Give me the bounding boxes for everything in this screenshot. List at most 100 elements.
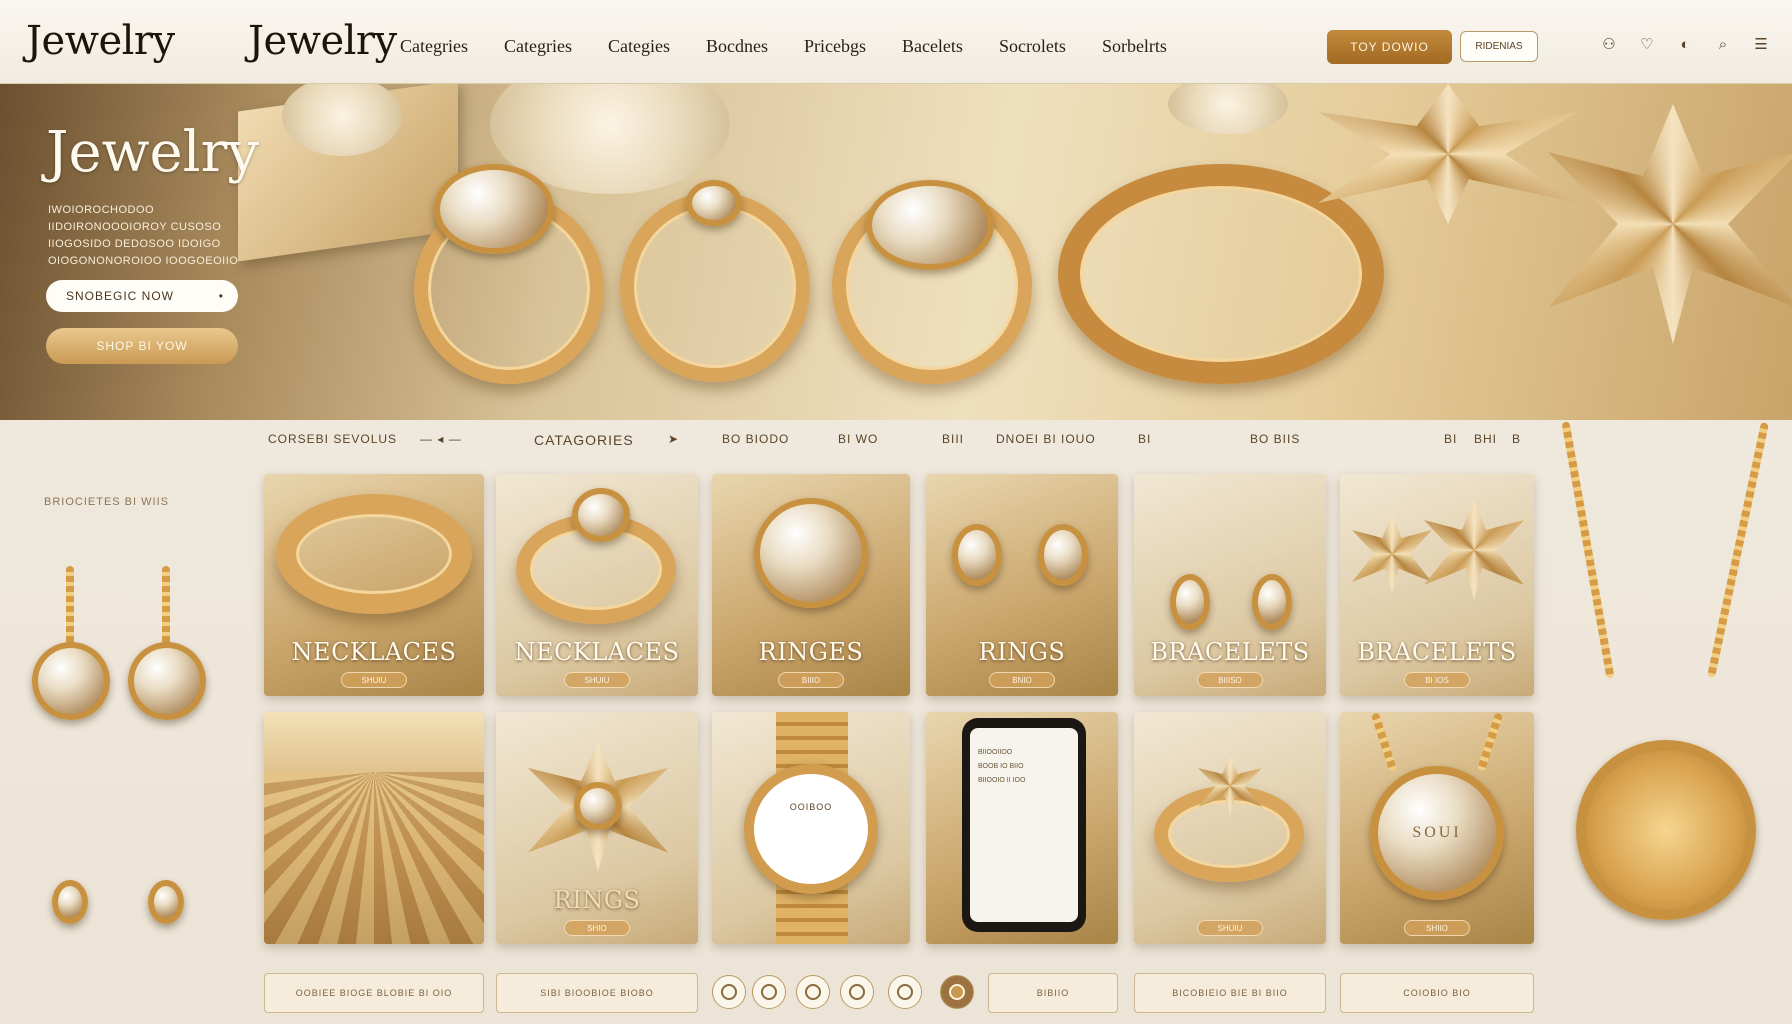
hero-shop-button-label: SNOBEGIC NOW [66, 289, 175, 303]
tile-label: NECKLACES [514, 638, 680, 666]
earring-drop-left [32, 642, 110, 720]
category-tile[interactable]: RINGS BNIO [926, 474, 1118, 696]
filter-item[interactable]: BO BIIS [1250, 432, 1300, 446]
category-tile[interactable]: RINGES BIIIO [712, 474, 910, 696]
phone-screen: BIIOOIIOO BOOB IO BIIO BIIOOIO II IOO [970, 728, 1078, 922]
bag-icon[interactable]: ◐ [1676, 36, 1694, 54]
site-logo[interactable]: Jewelry [26, 18, 175, 64]
category-tile[interactable] [264, 712, 484, 944]
filter-item[interactable]: BI WO [838, 432, 878, 446]
hero-secondary-button[interactable]: SHOP BI YOW [46, 328, 238, 364]
nav-item-categories-3[interactable]: Categies [608, 36, 670, 57]
bow-image-1 [1318, 84, 1578, 224]
footer-link[interactable]: SIBI BIOOBIOE BIOBO [496, 973, 698, 1013]
nav-item-categories[interactable]: Categries [400, 36, 468, 57]
footer-link[interactable]: BIBIIO [988, 973, 1118, 1013]
shop-now-button[interactable]: TOY DOWIO [1327, 30, 1452, 64]
hero-banner: Jewelry IWOIOROCHODOO IIDOIRONOOOIOROY C… [0, 84, 1792, 420]
user-icon[interactable]: ⚇ [1600, 36, 1618, 54]
earring-bead-left [52, 880, 88, 924]
footer-link[interactable]: COIOBIO BIO [1340, 973, 1534, 1013]
hero-title: Jewelry [46, 120, 259, 185]
tile-label: BRACELETS [1357, 638, 1517, 666]
filter-item-right[interactable]: B [1512, 432, 1521, 446]
category-tile[interactable]: SOUI SHIIO [1340, 712, 1534, 944]
nav-item-bracelets-2[interactable]: Socrolets [999, 36, 1066, 57]
pagination-dot[interactable] [888, 975, 922, 1009]
footer-link[interactable]: BICOBIEIO BIE BI BIIO [1134, 973, 1326, 1013]
phone-line: BOOB IO BIIO [978, 763, 1024, 770]
filter-item[interactable]: BO BIODO [722, 432, 789, 446]
gem-image-2 [686, 180, 742, 226]
flower-brooch-right [1424, 500, 1524, 600]
hero-shop-button[interactable]: SNOBEGIC NOW • [46, 280, 238, 312]
pagination-dot[interactable] [840, 975, 874, 1009]
earring-image-left [952, 524, 1002, 586]
tile-tag[interactable]: BNIO [989, 672, 1055, 688]
bracelet-image [276, 494, 472, 614]
phone-line: BIIOOIO II IOO [978, 777, 1026, 784]
tile-label: RINGS [978, 638, 1066, 666]
filter-item-right[interactable]: BI [1444, 432, 1457, 446]
earring-drop-right [128, 642, 206, 720]
category-tile[interactable]: BRACELETS BI IOS [1340, 474, 1534, 696]
pagination-dot[interactable] [752, 975, 786, 1009]
tile-label: RINGS [553, 886, 641, 914]
footer-link[interactable]: OOBIEE BIOGE BLOBIE BI OIO [264, 973, 484, 1013]
tile-label: NECKLACES [291, 638, 457, 666]
category-filter-bar: CORSEBI SEVOLUS — ◂ — CATAGORIES ➤ BO BI… [0, 432, 1792, 456]
tile-tag[interactable]: SHIIO [1404, 920, 1470, 936]
tile-tag[interactable]: BIIISO [1197, 672, 1263, 688]
sign-in-button[interactable]: RIDENIAS [1460, 31, 1538, 62]
tile-label: RINGES [758, 638, 864, 666]
site-logo-secondary[interactable]: Jewelry [248, 18, 397, 64]
main-nav: Categries Categries Categies Bocdnes Pri… [400, 36, 1203, 57]
categories-heading[interactable]: CATAGORIES [534, 432, 634, 448]
filter-item[interactable]: BIII [942, 432, 964, 446]
watch-brand: OOIBOO [789, 802, 833, 812]
watch-face [744, 764, 878, 894]
side-section-label: BRIOCIETES BI WIIS [44, 496, 169, 508]
necklace-chain-left [1561, 421, 1615, 679]
tile-label: BRACELETS [1150, 638, 1310, 666]
necklace-pendant [1576, 740, 1756, 920]
category-tile[interactable]: OOIBOO [712, 712, 910, 944]
filter-item-right[interactable]: BHI [1474, 432, 1497, 446]
heart-icon[interactable]: ♡ [1638, 36, 1656, 54]
filter-item[interactable]: BI [1138, 432, 1151, 446]
tile-tag[interactable]: BIIIO [778, 672, 844, 688]
tile-tag[interactable]: SHIO [564, 920, 630, 936]
pagination-dot[interactable] [712, 975, 746, 1009]
phone-image: BIIOOIIOO BOOB IO BIIO BIIOOIO II IOO [962, 718, 1086, 932]
nav-item-bracelets[interactable]: Bacelets [902, 36, 963, 57]
category-tile[interactable]: NECKLACES SHUIU [264, 474, 484, 696]
filter-item[interactable]: CORSEBI SEVOLUS [268, 432, 397, 446]
tile-tag[interactable]: SHUIU [564, 672, 630, 688]
chevron-icon: — ◂ — [420, 432, 462, 446]
nav-item-bracelets-3[interactable]: Sorbelrts [1102, 36, 1167, 57]
arrow-icon: • [218, 289, 224, 303]
category-tile[interactable]: BRACELETS BIIISO [1134, 474, 1326, 696]
nav-item-brooches[interactable]: Bocdnes [706, 36, 768, 57]
category-tile[interactable]: SHUIU [1134, 712, 1326, 944]
earring-image-right [1038, 524, 1088, 586]
category-tile[interactable]: RINGS SHIO [496, 712, 698, 944]
category-tile[interactable]: NECKLACES SHUIU [496, 474, 698, 696]
rose-image-3 [1168, 84, 1288, 134]
tile-tag[interactable]: SHUIU [1197, 920, 1263, 936]
nav-item-prices[interactable]: Pricebgs [804, 36, 866, 57]
pendant-chain-right [1476, 712, 1504, 772]
search-icon[interactable]: ⌕ [1714, 36, 1732, 54]
tile-tag[interactable]: BI IOS [1404, 672, 1470, 688]
nav-item-categories-2[interactable]: Categries [504, 36, 572, 57]
phone-line: BIIOOIIOO [978, 749, 1013, 756]
gem-image-1 [434, 164, 554, 254]
pagination-dot-active[interactable] [940, 975, 974, 1009]
tile-tag[interactable]: SHUIU [341, 672, 407, 688]
menu-icon[interactable]: ☰ [1752, 36, 1770, 54]
pagination-dot[interactable] [796, 975, 830, 1009]
pendant-text: SOUI [1412, 824, 1462, 841]
category-tile[interactable]: BIIOOIIOO BOOB IO BIIO BIIOOIO II IOO [926, 712, 1118, 944]
earring-bead-right [148, 880, 184, 924]
filter-item[interactable]: DNOEI BI IOUO [996, 432, 1096, 446]
